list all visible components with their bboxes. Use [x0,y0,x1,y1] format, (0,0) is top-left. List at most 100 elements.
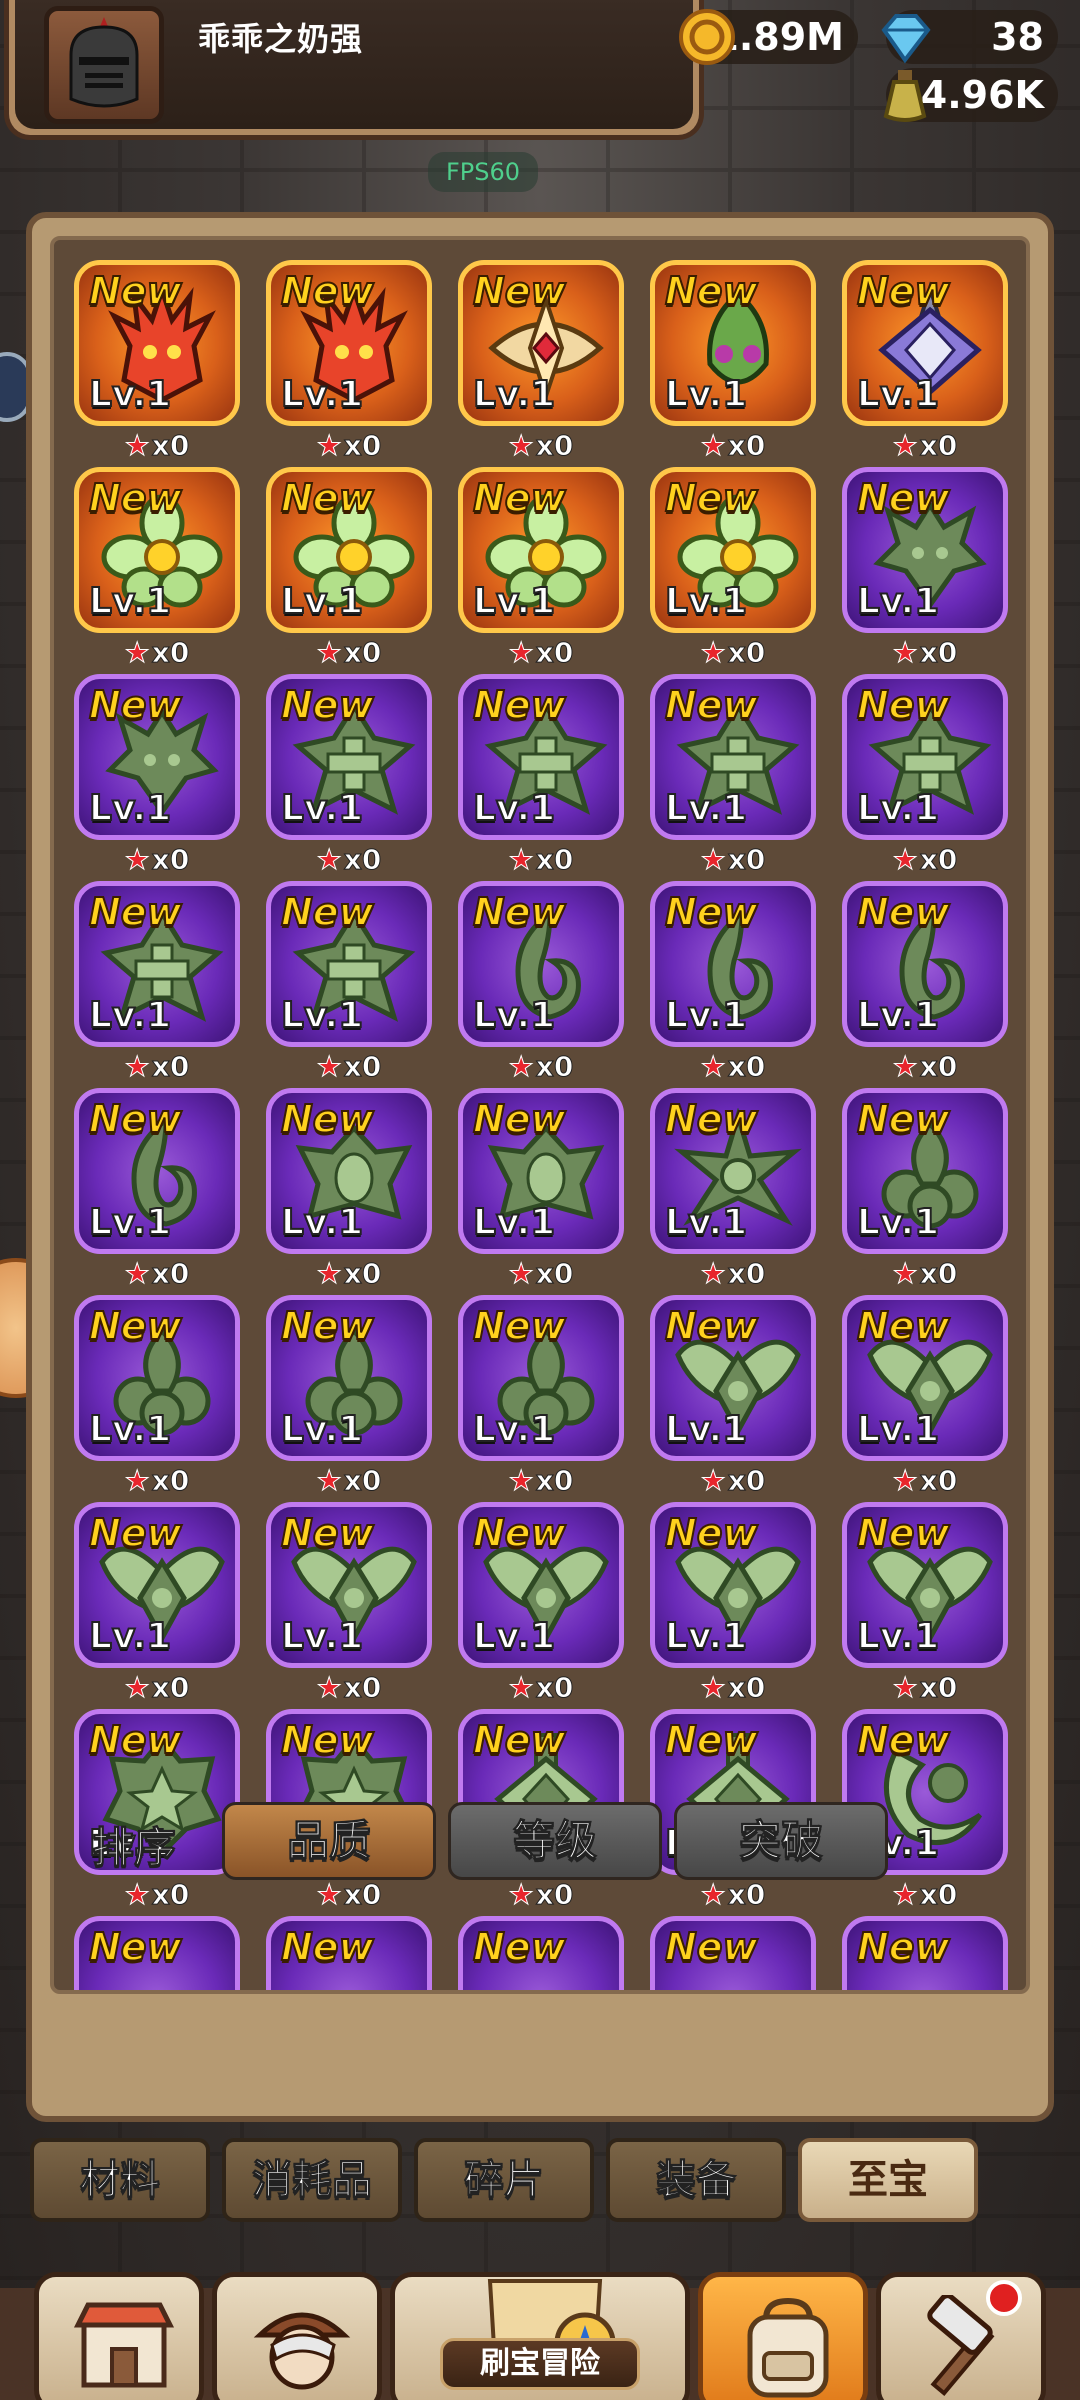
item-card-gold[interactable]: New Lv.1 [650,260,816,426]
item-card-purple[interactable]: NewLv.1 [266,1916,432,1990]
item-cell[interactable]: NewLv.1★x0 [266,467,432,674]
item-cell[interactable]: NewLv.1★x0 [458,467,624,674]
item-card-purple[interactable]: NewLv.1 [74,1088,240,1254]
item-card-gold[interactable]: New Lv.1 [842,260,1008,426]
item-cell[interactable]: NewLv.1★x0 [74,1502,240,1709]
item-card-purple[interactable]: NewLv.1 [842,881,1008,1047]
item-card-purple[interactable]: NewLv.1 [842,1502,1008,1668]
item-count-value: x0 [151,636,190,670]
item-cell[interactable]: NewLv.1★x0 [458,1088,624,1295]
item-card-gold[interactable]: New Lv.1 [266,467,432,633]
item-cell[interactable]: NewLv.1★x0 [74,674,240,881]
item-card-purple[interactable]: NewLv.1 [650,1916,816,1990]
item-card-purple[interactable]: NewLv.1 [266,674,432,840]
item-cell[interactable]: NewLv.1★x0 [74,881,240,1088]
item-cell[interactable]: NewLv.1★x0 [266,1295,432,1502]
item-card-purple[interactable]: NewLv.1 [650,881,816,1047]
item-cell[interactable]: NewLv.1★x0 [842,1916,1008,1990]
item-card-purple[interactable]: NewLv.1 [842,674,1008,840]
item-cell[interactable]: NewLv.1★x0 [842,1088,1008,1295]
item-card-purple[interactable]: NewLv.1 [74,1295,240,1461]
tab-materials[interactable]: 材料 [30,2138,210,2222]
item-cell[interactable]: NewLv.1★x0 [458,1295,624,1502]
item-card-purple[interactable]: NewLv.1 [650,1502,816,1668]
item-cell[interactable]: NewLv.1★x0 [650,881,816,1088]
item-cell[interactable]: NewLv.1★x0 [650,1088,816,1295]
sort-by-quality-button[interactable]: 品质 [222,1802,436,1880]
item-cell[interactable]: NewLv.1★x0 [74,467,240,674]
gem-counter[interactable]: 38 [881,10,1058,64]
item-cell[interactable]: NewLv.1★x0 [266,674,432,881]
item-cell[interactable]: NewLv.1★x0 [458,260,624,467]
item-card-purple[interactable]: NewLv.1 [842,1088,1008,1254]
item-cell[interactable]: NewLv.1★x0 [458,881,624,1088]
item-cell[interactable]: NewLv.1★x0 [842,260,1008,467]
item-level: Lv.1 [664,580,748,623]
tab-treasures[interactable]: 至宝 [798,2138,978,2222]
item-cell[interactable]: NewLv.1★x0 [74,1295,240,1502]
item-cell[interactable]: NewLv.1★x0 [458,1916,624,1990]
item-cell[interactable]: NewLv.1★x0 [74,1088,240,1295]
item-card-purple[interactable]: NewLv.1 [650,1295,816,1461]
item-card-purple[interactable]: NewLv.1 [458,1916,624,1990]
item-card-purple[interactable]: NewLv.1 [266,1502,432,1668]
dock-backpack-button[interactable] [698,2272,868,2400]
item-card-purple[interactable]: NewLv.1 [266,881,432,1047]
item-cell[interactable]: NewLv.1★x0 [842,467,1008,674]
item-cell[interactable]: NewLv.1★x0 [650,674,816,881]
item-card-purple[interactable]: NewLv.1 [842,1295,1008,1461]
item-card-purple[interactable]: NewLv.1 [458,1088,624,1254]
tab-equipment[interactable]: 装备 [606,2138,786,2222]
item-card-gold[interactable]: New Lv.1 [650,467,816,633]
item-cell[interactable]: NewLv.1★x0 [842,881,1008,1088]
item-card-purple[interactable]: NewLv.1 [74,674,240,840]
tab-consumables[interactable]: 消耗品 [222,2138,402,2222]
item-cell[interactable]: NewLv.1★x0 [74,260,240,467]
item-card-purple[interactable]: NewLv.1 [266,1295,432,1461]
item-cell[interactable]: NewLv.1★x0 [266,260,432,467]
item-card-gold[interactable]: New Lv.1 [266,260,432,426]
item-card-purple[interactable]: NewLv.1 [458,1502,624,1668]
item-cell[interactable]: NewLv.1★x0 [650,1502,816,1709]
potion-counter[interactable]: 4.96K [883,68,1058,122]
item-card-gold[interactable]: New Lv.1 [74,260,240,426]
item-cell[interactable]: NewLv.1★x0 [650,1916,816,1990]
item-cell[interactable]: NewLv.1★x0 [266,1502,432,1709]
item-card-purple[interactable]: NewLv.1 [458,1295,624,1461]
item-card-gold[interactable]: New Lv.1 [458,260,624,426]
tab-fragments[interactable]: 碎片 [414,2138,594,2222]
item-cell[interactable]: NewLv.1★x0 [458,1502,624,1709]
item-card-purple[interactable]: NewLv.1 [74,1502,240,1668]
item-card-gold[interactable]: New Lv.1 [458,467,624,633]
item-card-purple[interactable]: NewLv.1 [458,674,624,840]
avatar[interactable] [44,6,164,124]
dock-hero-button[interactable] [212,2272,382,2400]
item-cell[interactable]: NewLv.1★x0 [650,1295,816,1502]
item-cell[interactable]: NewLv.1★x0 [266,1088,432,1295]
item-cell[interactable]: NewLv.1★x0 [842,1295,1008,1502]
item-card-purple[interactable]: NewLv.1 [266,1088,432,1254]
item-card-purple[interactable]: NewLv.1 [458,881,624,1047]
item-count-value: x0 [919,1050,958,1084]
sort-by-breakthrough-button[interactable]: 突破 [674,1802,888,1880]
item-card-purple[interactable]: NewLv.1 [842,1916,1008,1990]
gold-counter[interactable]: 1.89M [679,9,858,65]
item-cell[interactable]: NewLv.1★x0 [266,1916,432,1990]
item-cell[interactable]: NewLv.1★x0 [458,674,624,881]
item-card-purple[interactable]: NewLv.1 [842,467,1008,633]
item-card-purple[interactable]: NewLv.1 [74,881,240,1047]
item-card-purple[interactable]: NewLv.1 [650,1088,816,1254]
item-cell[interactable]: NewLv.1★x0 [650,260,816,467]
item-card-purple[interactable]: NewLv.1 [650,674,816,840]
item-grid-viewport[interactable]: New Lv.1 ★x0 New Lv.1 ★x0 New Lv.1 ★x0 New Lv.1 ★x0… [50,236,1030,1994]
dock-shop-button[interactable] [34,2272,204,2400]
new-badge: New [88,268,183,314]
item-cell[interactable]: NewLv.1★x0 [74,1916,240,1990]
sort-by-level-button[interactable]: 等级 [448,1802,662,1880]
item-cell[interactable]: NewLv.1★x0 [842,674,1008,881]
item-cell[interactable]: NewLv.1★x0 [266,881,432,1088]
item-cell[interactable]: NewLv.1★x0 [650,467,816,674]
item-card-gold[interactable]: New Lv.1 [74,467,240,633]
item-card-purple[interactable]: NewLv.1 [74,1916,240,1990]
item-cell[interactable]: NewLv.1★x0 [842,1502,1008,1709]
